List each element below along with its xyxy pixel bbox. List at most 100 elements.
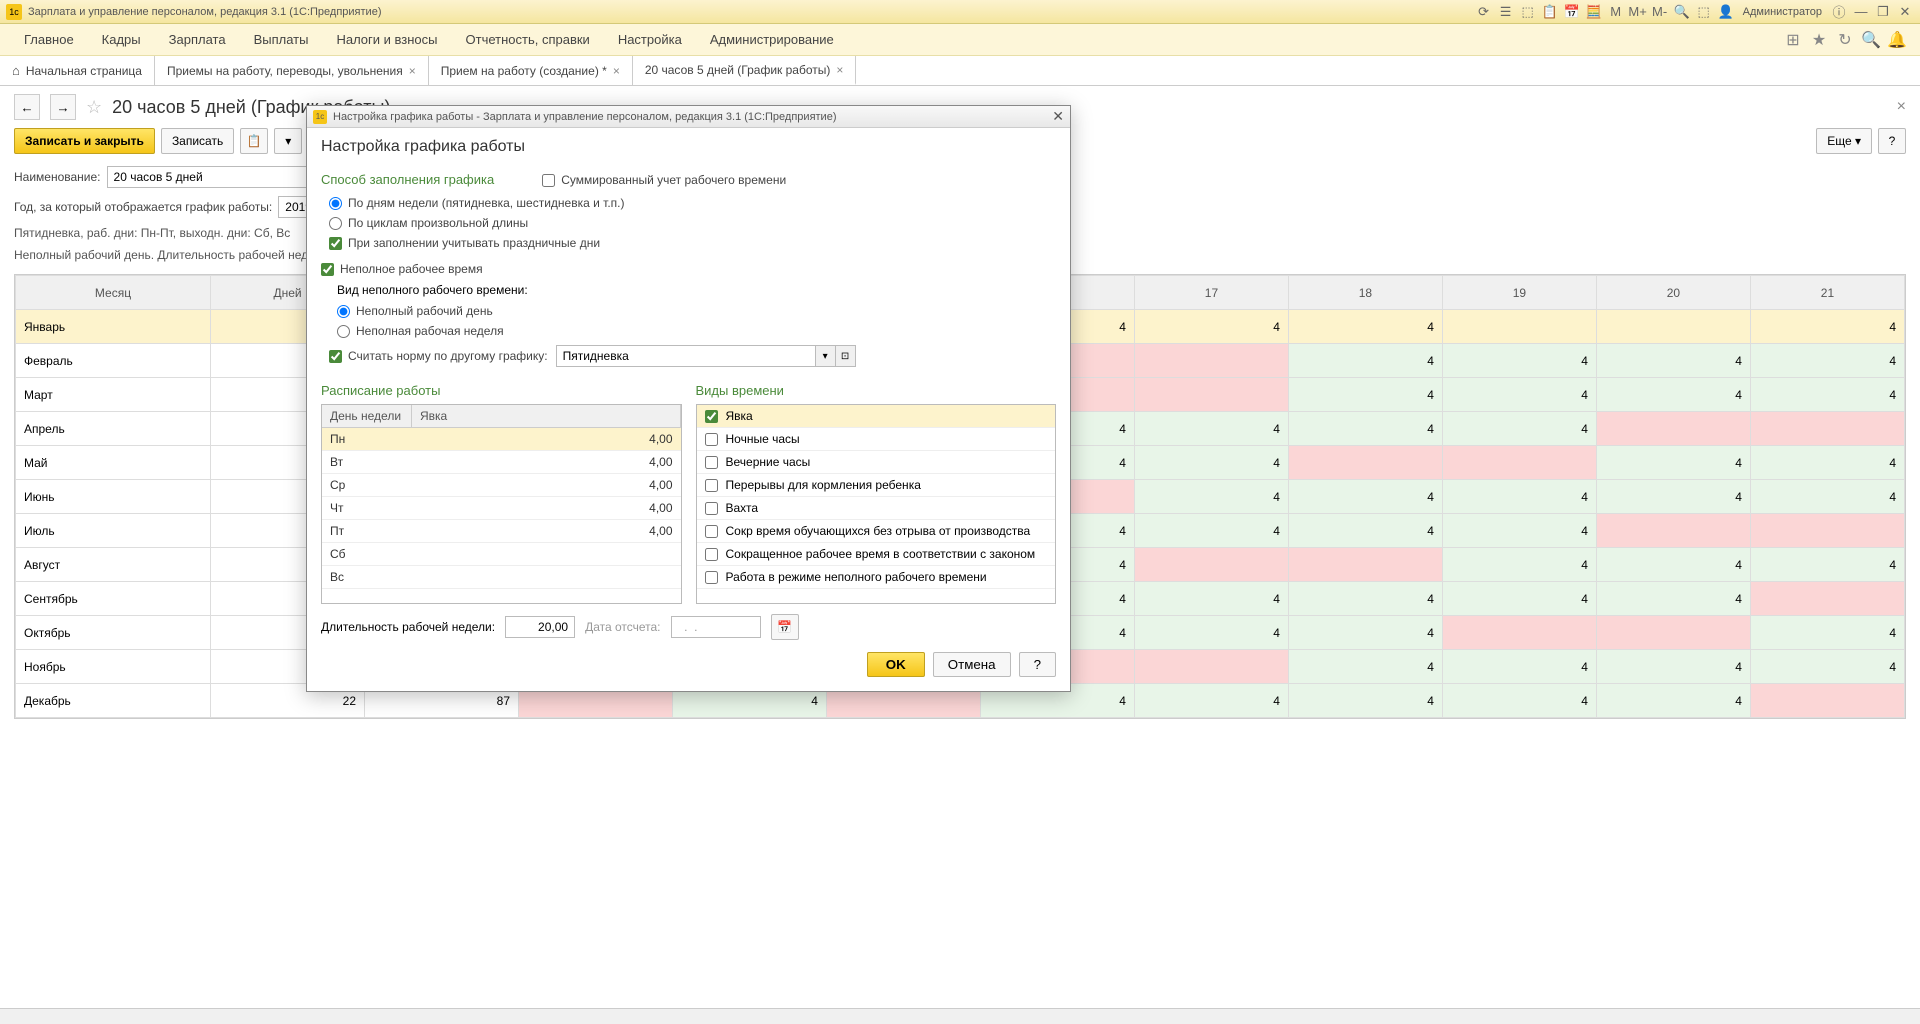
- tab-bar: ⌂Начальная страница Приемы на работу, пе…: [0, 56, 1920, 86]
- save-close-button[interactable]: Записать и закрыть: [14, 128, 155, 154]
- calendar-icon[interactable]: 📅: [771, 614, 799, 640]
- maximize-icon[interactable]: ❐: [1874, 3, 1892, 21]
- parttime-kind-label: Вид неполного рабочего времени:: [321, 279, 1056, 301]
- save-button[interactable]: Записать: [161, 128, 234, 154]
- apps-icon[interactable]: ⊞: [1780, 27, 1806, 53]
- tb-icon[interactable]: ⟳: [1475, 3, 1493, 21]
- more-button[interactable]: Еще ▾: [1816, 128, 1872, 154]
- type-row[interactable]: Работа в режиме неполного рабочего време…: [697, 566, 1056, 589]
- page-close-icon[interactable]: ×: [1897, 98, 1906, 116]
- help-button[interactable]: ?: [1019, 652, 1056, 677]
- summarized-check[interactable]: Суммированный учет рабочего времени: [534, 170, 786, 190]
- close-icon[interactable]: ×: [409, 64, 416, 78]
- close-icon[interactable]: ×: [836, 63, 843, 77]
- parttime-check[interactable]: Неполное рабочее время: [321, 259, 1056, 279]
- tool-button[interactable]: ▾: [274, 128, 302, 154]
- type-row[interactable]: Явка: [697, 405, 1056, 428]
- tb-icon[interactable]: M: [1607, 3, 1625, 21]
- star-icon[interactable]: ★: [1806, 27, 1832, 53]
- schedule-row[interactable]: Вт4,00: [322, 451, 681, 474]
- holidays-check[interactable]: При заполнении учитывать праздничные дни: [321, 233, 1056, 253]
- close-icon[interactable]: ✕: [1896, 3, 1914, 21]
- dropdown-icon[interactable]: ▾: [816, 345, 836, 367]
- types-title: Виды времени: [696, 383, 1057, 398]
- week-len-label: Длительность рабочей недели:: [321, 620, 495, 634]
- info-icon[interactable]: ⓘ: [1830, 3, 1848, 21]
- open-icon[interactable]: ⊡: [836, 345, 856, 367]
- tb-icon[interactable]: ☰: [1497, 3, 1515, 21]
- schedule-row[interactable]: Чт4,00: [322, 497, 681, 520]
- tab[interactable]: Прием на работу (создание) *×: [429, 56, 633, 85]
- norm-check[interactable]: Считать норму по другому графику:: [329, 349, 548, 363]
- schedule-title: Расписание работы: [321, 383, 682, 398]
- menu-item[interactable]: Настройка: [604, 26, 696, 53]
- types-grid[interactable]: Явка Ночные часы Вечерние часы Перерывы …: [696, 404, 1057, 604]
- schedule-grid[interactable]: День неделиЯвка Пн4,00Вт4,00Ср4,00Чт4,00…: [321, 404, 682, 604]
- history-icon[interactable]: ↻: [1832, 27, 1858, 53]
- help-button[interactable]: ?: [1878, 128, 1906, 154]
- type-row[interactable]: Сокращенное рабочее время в соответствии…: [697, 543, 1056, 566]
- nav-back[interactable]: ←: [14, 94, 40, 120]
- week-len-input[interactable]: [505, 616, 575, 638]
- tab-active[interactable]: 20 часов 5 дней (График работы)×: [633, 56, 857, 85]
- by-cycle-radio[interactable]: По циклам произвольной длины: [321, 213, 1056, 233]
- date-label: Дата отсчета:: [585, 620, 660, 634]
- admin-name[interactable]: Администратор: [1743, 6, 1822, 18]
- menu-item[interactable]: Кадры: [88, 26, 155, 53]
- nav-forward[interactable]: →: [50, 94, 76, 120]
- close-icon[interactable]: ×: [613, 64, 620, 78]
- tb-icon[interactable]: M+: [1629, 3, 1647, 21]
- user-icon[interactable]: 👤: [1717, 3, 1735, 21]
- type-row[interactable]: Ночные часы: [697, 428, 1056, 451]
- menu-item[interactable]: Главное: [10, 26, 88, 53]
- modal-title: Настройка графика работы: [321, 138, 1056, 156]
- tab[interactable]: Приемы на работу, переводы, увольнения×: [155, 56, 429, 85]
- home-icon: ⌂: [12, 63, 20, 78]
- menu-item[interactable]: Отчетность, справки: [452, 26, 604, 53]
- tb-icon[interactable]: ⬚: [1695, 3, 1713, 21]
- name-label: Наименование:: [14, 170, 101, 184]
- tab-home[interactable]: ⌂Начальная страница: [0, 56, 155, 85]
- partweek-radio[interactable]: Неполная рабочая неделя: [321, 321, 1056, 341]
- menu-item[interactable]: Выплаты: [240, 26, 323, 53]
- bell-icon[interactable]: 🔔: [1884, 27, 1910, 53]
- favorite-icon[interactable]: ☆: [86, 97, 102, 118]
- app-titlebar: 1c Зарплата и управление персоналом, ред…: [0, 0, 1920, 24]
- type-row[interactable]: Вечерние часы: [697, 451, 1056, 474]
- schedule-row[interactable]: Вс: [322, 566, 681, 589]
- schedule-row[interactable]: Сб: [322, 543, 681, 566]
- minimize-icon[interactable]: —: [1852, 3, 1870, 21]
- tb-icon[interactable]: 🧮: [1585, 3, 1603, 21]
- horizontal-scrollbar[interactable]: [0, 1008, 1920, 1024]
- year-label: Год, за который отображается график рабо…: [14, 200, 272, 214]
- norm-select[interactable]: ▾ ⊡: [556, 345, 856, 367]
- section-fill: Способ заполнения графика: [321, 172, 494, 187]
- app-title: Зарплата и управление персоналом, редакц…: [28, 6, 1475, 18]
- tb-icon[interactable]: 📅: [1563, 3, 1581, 21]
- by-week-radio[interactable]: По дням недели (пятидневка, шестидневка …: [321, 193, 1056, 213]
- type-row[interactable]: Сокр время обучающихся без отрыва от про…: [697, 520, 1056, 543]
- type-row[interactable]: Вахта: [697, 497, 1056, 520]
- cancel-button[interactable]: Отмена: [933, 652, 1011, 677]
- tb-icon[interactable]: 📋: [1541, 3, 1559, 21]
- date-input[interactable]: [671, 616, 761, 638]
- tb-icon[interactable]: ⬚: [1519, 3, 1537, 21]
- schedule-row[interactable]: Пн4,00: [322, 428, 681, 451]
- menu-item[interactable]: Зарплата: [155, 26, 240, 53]
- menu-item[interactable]: Администрирование: [696, 26, 848, 53]
- menu-item[interactable]: Налоги и взносы: [322, 26, 451, 53]
- search-icon[interactable]: 🔍: [1673, 3, 1691, 21]
- modal-close-icon[interactable]: ✕: [1052, 108, 1064, 125]
- tb-icon[interactable]: M-: [1651, 3, 1669, 21]
- search-icon[interactable]: 🔍: [1858, 27, 1884, 53]
- app-logo: 1c: [6, 4, 22, 20]
- name-input[interactable]: [107, 166, 307, 188]
- main-menu: Главное Кадры Зарплата Выплаты Налоги и …: [0, 24, 1920, 56]
- partday-radio[interactable]: Неполный рабочий день: [321, 301, 1056, 321]
- tool-button[interactable]: 📋: [240, 128, 268, 154]
- schedule-row[interactable]: Ср4,00: [322, 474, 681, 497]
- schedule-row[interactable]: Пт4,00: [322, 520, 681, 543]
- type-row[interactable]: Перерывы для кормления ребенка: [697, 474, 1056, 497]
- ok-button[interactable]: OK: [867, 652, 925, 677]
- settings-modal: 1c Настройка графика работы - Зарплата и…: [306, 105, 1071, 692]
